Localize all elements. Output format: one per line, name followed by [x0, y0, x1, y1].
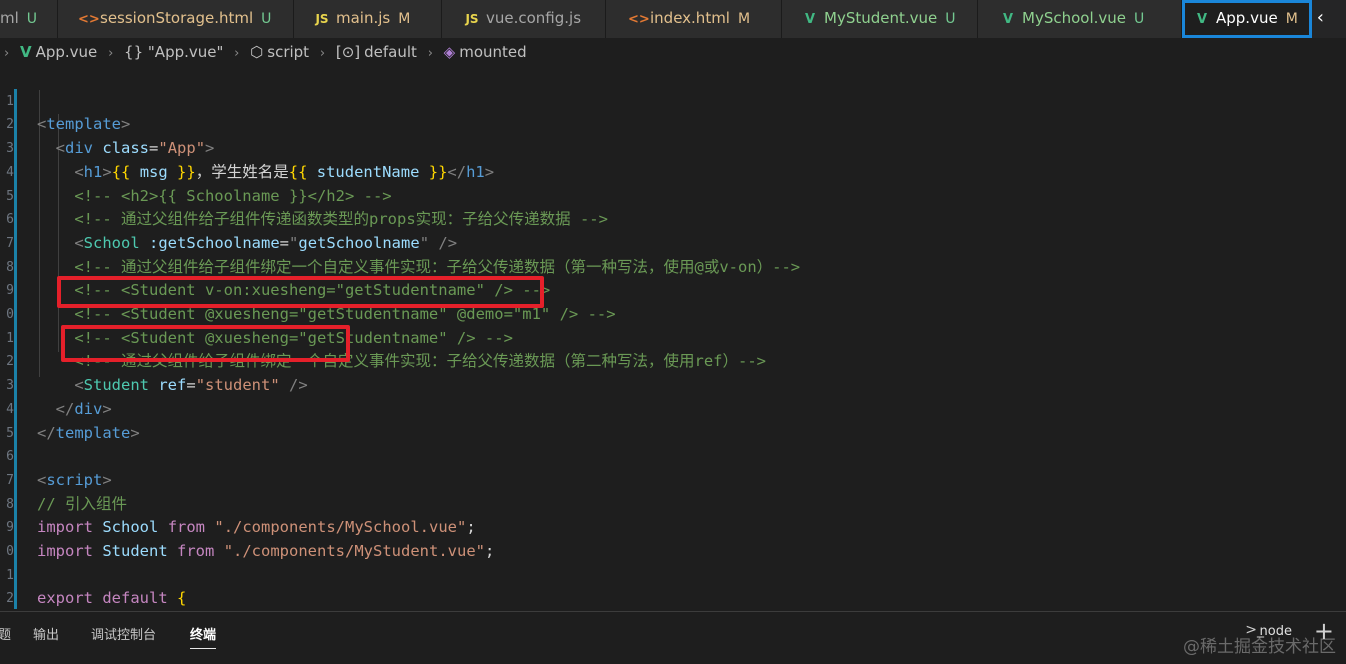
tab-debug-console[interactable]: 调试控制台: [91, 624, 156, 643]
code-line: 2 <div class="App">: [0, 90, 1346, 157]
breadcrumb-default[interactable]: [⊙] default: [336, 38, 417, 66]
tab-output[interactable]: 输出: [33, 624, 59, 643]
tab-status: U: [261, 11, 272, 27]
code-line: 6 <script>: [0, 422, 1346, 489]
tab-ml[interactable]: ml U: [0, 0, 58, 38]
code-line: 3 components: { School, Student },: [0, 587, 1346, 611]
tab-status: U: [1134, 11, 1145, 27]
tab-problems[interactable]: 题: [0, 624, 11, 643]
code-line: 8 <!-- <Student v-on:xuesheng="getStuden…: [0, 232, 1346, 300]
chevron-right-icon: ›: [108, 46, 114, 61]
breadcrumb: › V App.vue › {} "App.vue" › ⬡ script › [⊙…: [0, 38, 1346, 66]
code-line: 4 <!-- <h2>{{ Schoolname }}</h2> -->: [0, 137, 1346, 205]
chevron-right-icon: ›: [234, 46, 240, 61]
js-icon: JS: [465, 12, 479, 26]
tab-label: sessionStorage.html: [100, 9, 254, 27]
code-line: 5 <!-- 通过父组件给子组件传递函数类型的props实现：子给父传递数据 -…: [0, 161, 1346, 229]
code-line: 7 <!-- 通过父组件给子组件绑定一个自定义事件实现：子给父传递数据（第一种写…: [0, 208, 1346, 276]
breadcrumb-method[interactable]: ◈ mounted: [444, 38, 527, 66]
html-icon: <>: [78, 12, 100, 27]
tab-label: MyStudent.vue: [824, 9, 938, 27]
tab-status: M: [737, 11, 751, 27]
code-line: 6 <School :getSchoolname="getSchoolname"…: [0, 185, 1346, 252]
method-cube-icon: ◈: [443, 43, 456, 61]
breadcrumb-file[interactable]: V App.vue: [20, 38, 97, 66]
code-line: 9 import Student from "./components/MySt…: [0, 493, 1346, 560]
tab-main-js[interactable]: JS main.js M: [294, 0, 442, 38]
chevron-right-icon: ›: [4, 46, 10, 61]
tab-label: ml: [0, 9, 19, 27]
chevron-right-icon: ›: [427, 46, 433, 61]
code-line: 3 <h1>{{ msg }}，学生姓名是{{ studentName }}</…: [0, 113, 1346, 181]
chevron-left-icon[interactable]: ‹: [1317, 0, 1324, 38]
chevron-right-icon: ›: [319, 46, 326, 61]
tab-mystudent[interactable]: V MyStudent.vue U: [782, 0, 978, 38]
tab-index-html[interactable]: <>index.html M: [606, 0, 782, 38]
tab-app-vue[interactable]: V App.vue M: [1182, 0, 1312, 38]
tab-label: index.html: [650, 9, 730, 27]
code-line: 7 // 引入组件: [0, 445, 1346, 513]
code-line: 1 export default {: [0, 540, 1346, 608]
vue-icon: V: [1002, 12, 1014, 27]
tab-label: main.js: [336, 9, 391, 27]
highlight-box-comment: [57, 276, 544, 308]
tab-sessionstorage[interactable]: <>sessionStorage.html U: [58, 0, 294, 38]
vue-icon: V: [1196, 12, 1208, 27]
bottom-panel: 题 输出 调试控制台 终端 @稀土掘金技术社区 >_ node +: [0, 611, 1346, 664]
code-line: 1 <template>: [0, 66, 1346, 134]
breadcrumb-script[interactable]: ⬡ script: [250, 38, 309, 66]
tab-vue-config[interactable]: JS vue.config.js: [442, 0, 606, 38]
vue-icon: V: [804, 12, 816, 27]
symbol-icon: ⬡: [250, 43, 264, 61]
code-line: 2 name: "App",: [6, 591, 14, 607]
tab-status: M: [398, 11, 411, 27]
vue-icon: V: [19, 43, 32, 61]
code-line: 4 </template>: [0, 374, 1346, 442]
editor-tab-bar: ml U <>sessionStorage.html U JS main.js M JS…: [0, 0, 1346, 39]
tab-myschool[interactable]: V MySchool.vue U: [978, 0, 1182, 38]
breadcrumb-object[interactable]: {} "App.vue": [124, 38, 223, 66]
tab-label: MySchool.vue: [1022, 9, 1126, 27]
terminal-name[interactable]: node: [1260, 624, 1292, 639]
tab-terminal[interactable]: 终端: [190, 624, 217, 649]
add-terminal-icon[interactable]: +: [1314, 617, 1334, 645]
tab-status: M: [1285, 11, 1298, 27]
tab-label: vue.config.js: [486, 9, 582, 27]
code-line: 0: [6, 544, 14, 559]
html-icon: <>: [628, 12, 650, 27]
code-editor[interactable]: 1 <template> 2 <div class="App"> 3 <h1>{…: [0, 66, 1346, 611]
code-line: 5: [6, 425, 14, 441]
variable-icon: [⊙]: [335, 43, 361, 61]
tab-status: U: [26, 11, 38, 27]
js-icon: JS: [315, 12, 329, 26]
tab-status: U: [945, 11, 956, 27]
highlight-box-student-ref: [61, 325, 350, 362]
tab-label: App.vue: [1216, 9, 1278, 27]
code-line: 8 import School from "./components/MySch…: [0, 469, 1346, 537]
